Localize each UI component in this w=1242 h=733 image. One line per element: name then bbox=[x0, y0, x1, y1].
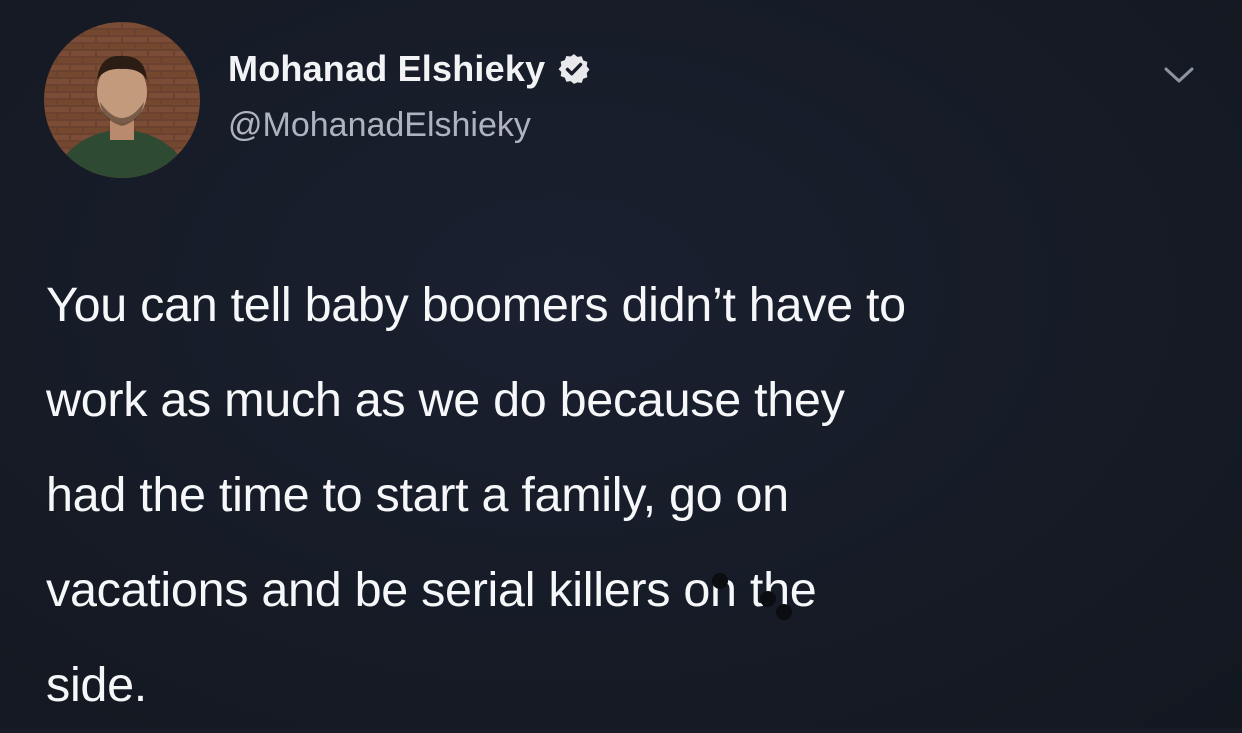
screen-smudge-1 bbox=[712, 573, 728, 589]
chevron-down-icon[interactable] bbox=[1160, 60, 1198, 90]
tweet-card: Mohanad Elshieky @MohanadElshieky You ca… bbox=[0, 0, 1242, 728]
screen-smudge-2 bbox=[760, 591, 776, 607]
author-row: Mohanad Elshieky bbox=[228, 48, 591, 90]
display-name[interactable]: Mohanad Elshieky bbox=[228, 48, 545, 90]
screen-smudge-3 bbox=[776, 604, 792, 620]
avatar[interactable] bbox=[44, 22, 200, 178]
tweet-text: You can tell baby boomers didn’t have to… bbox=[46, 278, 906, 712]
verified-badge-icon bbox=[558, 54, 590, 84]
user-handle[interactable]: @MohanadElshieky bbox=[228, 106, 531, 145]
avatar-photo-icon bbox=[44, 22, 200, 178]
